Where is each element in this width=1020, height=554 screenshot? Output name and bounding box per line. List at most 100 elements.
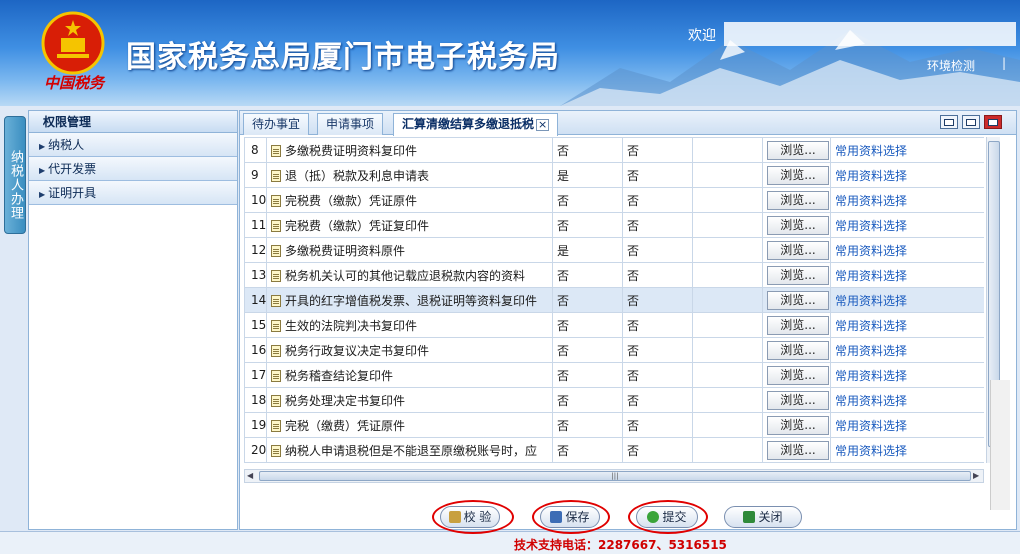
common-materials-link[interactable]: 常用资料选择 [835, 419, 907, 433]
tab-refund[interactable]: 汇算清缴结算多缴退抵税 × [393, 113, 559, 136]
table-row: 8 多缴税费证明资料复印件否否浏览... 常用资料选择 [244, 137, 984, 163]
browse-button[interactable]: 浏览... [767, 315, 829, 335]
common-materials-link[interactable]: 常用资料选择 [835, 344, 907, 358]
empty-cell [692, 362, 763, 388]
required-cell: 否 [552, 337, 623, 363]
browse-button[interactable]: 浏览... [767, 415, 829, 435]
horizontal-scrollbar[interactable]: ◀ ||| ▶ [244, 469, 984, 483]
table-row: 13 税务机关认可的其他记载应退税款内容的资料否否浏览... 常用资料选择 [244, 262, 984, 288]
empty-cell [692, 212, 763, 238]
provided-cell: 否 [622, 137, 693, 163]
sidebar-item-certificate[interactable]: ▶ 证明开具 [29, 181, 237, 205]
sidebar-item-taxpayer[interactable]: ▶ 纳税人 [29, 133, 237, 157]
browse-button[interactable]: 浏览... [767, 340, 829, 360]
sidebar-item-invoice[interactable]: ▶ 代开发票 [29, 157, 237, 181]
brand-logo-text: 中国税务 [44, 74, 105, 92]
row-number: 16 [244, 337, 267, 363]
page-scrollbar[interactable] [990, 380, 1010, 510]
browse-cell: 浏览... [762, 387, 831, 413]
browse-cell: 浏览... [762, 287, 831, 313]
required-cell: 否 [552, 212, 623, 238]
browse-button[interactable]: 浏览... [767, 240, 829, 260]
common-materials-link[interactable]: 常用资料选择 [835, 169, 907, 183]
material-name: 税务处理决定书复印件 [266, 387, 553, 413]
document-icon [271, 319, 281, 332]
browse-button[interactable]: 浏览... [767, 165, 829, 185]
common-materials-link[interactable]: 常用资料选择 [835, 244, 907, 258]
common-materials-link[interactable]: 常用资料选择 [835, 144, 907, 158]
maximize-icon[interactable] [984, 115, 1002, 129]
common-materials-link[interactable]: 常用资料选择 [835, 219, 907, 233]
provided-cell: 否 [622, 362, 693, 388]
browse-cell: 浏览... [762, 337, 831, 363]
link-cell: 常用资料选择 [830, 312, 984, 338]
material-name: 完税费（缴款）凭证复印件 [266, 212, 553, 238]
link-cell: 常用资料选择 [830, 212, 984, 238]
row-number: 14 [244, 287, 267, 313]
common-materials-link[interactable]: 常用资料选择 [835, 194, 907, 208]
material-name: 多缴税费证明资料原件 [266, 237, 553, 263]
browse-button[interactable]: 浏览... [767, 390, 829, 410]
material-name: 生效的法院判决书复印件 [266, 312, 553, 338]
material-name: 完税费（缴款）凭证原件 [266, 187, 553, 213]
common-materials-link[interactable]: 常用资料选择 [835, 444, 907, 458]
link-cell: 常用资料选择 [830, 387, 984, 413]
cascade-icon[interactable] [962, 115, 980, 129]
empty-cell [692, 187, 763, 213]
link-cell: 常用资料选择 [830, 362, 984, 388]
table-row: 16 税务行政复议决定书复印件否否浏览... 常用资料选择 [244, 337, 984, 363]
tab-close-icon[interactable]: × [536, 119, 550, 131]
highlight-circle [432, 500, 514, 534]
table-row: 11 完税费（缴款）凭证复印件否否浏览... 常用资料选择 [244, 212, 984, 238]
table-row: 12 多缴税费证明资料原件是否 浏览... 常用资料选择 [244, 237, 984, 263]
browse-button[interactable]: 浏览... [767, 215, 829, 235]
menu-title: 权限管理 [29, 111, 237, 133]
close-button[interactable]: 关闭 [724, 506, 802, 528]
common-materials-link[interactable]: 常用资料选择 [835, 394, 907, 408]
required-cell: 否 [552, 412, 623, 438]
material-name: 税务机关认可的其他记载应退税款内容的资料 [266, 262, 553, 288]
browse-cell: 浏览... [762, 187, 831, 213]
tab-todo[interactable]: 待办事宜 [243, 113, 310, 135]
browse-button[interactable]: 浏览... [767, 365, 829, 385]
material-name: 纳税人申请退税但是不能退至原缴税账号时，应 [266, 437, 553, 463]
document-icon [271, 269, 281, 282]
row-number: 18 [244, 387, 267, 413]
browse-cell: 浏览... [762, 212, 831, 238]
common-materials-link[interactable]: 常用资料选择 [835, 294, 907, 308]
common-materials-link[interactable]: 常用资料选择 [835, 369, 907, 383]
header-banner: 中国税务 国家税务总局厦门市电子税务局 欢迎 环境检测 | [0, 0, 1020, 106]
user-info-box [724, 22, 1016, 46]
taxpayer-handling-tab[interactable]: 纳税人办理 [4, 116, 26, 234]
table-row: 18 税务处理决定书复印件否否浏览... 常用资料选择 [244, 387, 984, 413]
browse-button[interactable]: 浏览... [767, 190, 829, 210]
required-cell: 否 [552, 187, 623, 213]
browse-cell: 浏览... [762, 362, 831, 388]
provided-cell: 否 [622, 212, 693, 238]
browse-cell: 浏览... [762, 162, 831, 188]
document-icon [271, 394, 281, 407]
scroll-left-icon[interactable]: ◀ [247, 470, 253, 482]
sidebar-item-label: 纳税人 [48, 138, 85, 152]
browse-button[interactable]: 浏览... [767, 265, 829, 285]
empty-cell [692, 287, 763, 313]
scroll-right-icon[interactable]: ▶ [973, 470, 979, 482]
common-materials-link[interactable]: 常用资料选择 [835, 269, 907, 283]
empty-cell [692, 162, 763, 188]
env-check-link[interactable]: 环境检测 [927, 57, 975, 74]
link-cell: 常用资料选择 [830, 412, 984, 438]
tab-applications[interactable]: 申请事项 [317, 113, 384, 135]
browse-button[interactable]: 浏览... [767, 440, 829, 460]
browse-button[interactable]: 浏览... [767, 140, 829, 160]
browse-button[interactable]: 浏览... [767, 290, 829, 310]
browse-cell: 浏览... [762, 437, 831, 463]
table-row: 10 完税费（缴款）凭证原件否否浏览... 常用资料选择 [244, 187, 984, 213]
table-row: 17 税务稽查结论复印件否否浏览... 常用资料选择 [244, 362, 984, 388]
restore-icon[interactable] [940, 115, 958, 129]
scroll-thumb[interactable]: ||| [259, 471, 971, 481]
row-number: 8 [244, 137, 267, 163]
link-cell: 常用资料选择 [830, 262, 984, 288]
exit-icon [743, 511, 756, 523]
common-materials-link[interactable]: 常用资料选择 [835, 319, 907, 333]
empty-cell [692, 262, 763, 288]
